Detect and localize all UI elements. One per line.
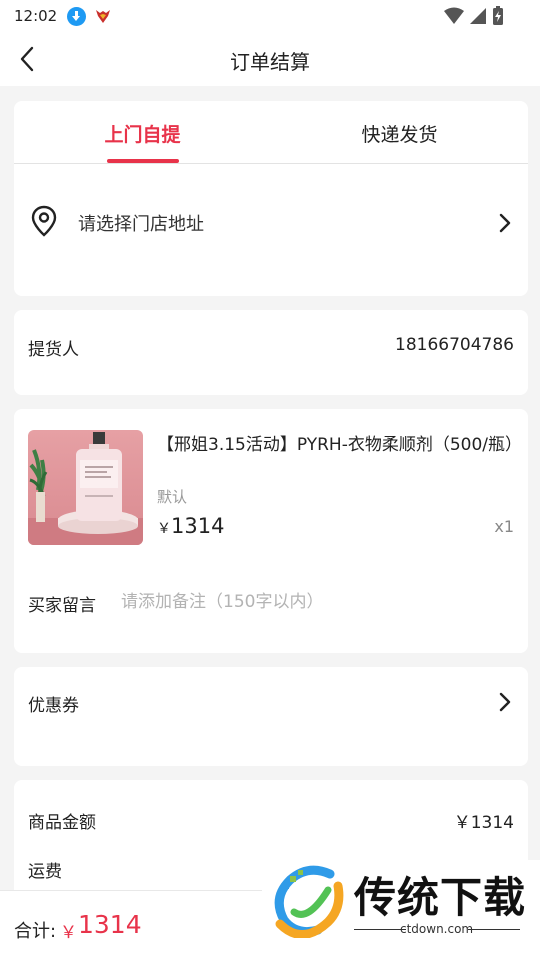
total-amount: 1314 <box>78 910 142 939</box>
product-title: 【邢姐3.15活动】PYRH-衣物柔顺剂（500/瓶） <box>157 435 523 455</box>
tab-express-delivery[interactable]: 快递发货 <box>271 101 528 163</box>
cellular-signal-icon <box>470 7 486 24</box>
watermark-divider-left <box>354 929 406 930</box>
system-status-icons <box>444 6 504 25</box>
shipping-fee-label: 运费 <box>28 862 62 882</box>
product-image <box>28 430 143 545</box>
watermark-domain: ctdown.com <box>400 922 474 936</box>
delivery-card: 上门自提 快递发货 请选择门店地址 <box>14 101 528 296</box>
product-spec: 默认 <box>157 488 188 506</box>
delivery-tabs: 上门自提 快递发货 <box>14 101 528 164</box>
buyer-note-label: 买家留言 <box>28 596 96 616</box>
watermark-logo-icon <box>274 865 344 938</box>
currency-symbol: ￥ <box>157 521 171 537</box>
chevron-right-icon <box>499 213 511 233</box>
goods-amount-value: ￥1314 <box>453 813 514 833</box>
total-label: 合计: <box>14 921 57 942</box>
pickup-person-card: 提货人 18166704786 <box>14 310 528 395</box>
total-currency-symbol: ￥ <box>60 923 77 943</box>
app-notification-icon <box>96 10 111 23</box>
product-quantity: x1 <box>494 517 514 536</box>
wifi-icon <box>444 7 464 24</box>
pickup-person-label: 提货人 <box>28 340 79 360</box>
product-card: 【邢姐3.15活动】PYRH-衣物柔顺剂（500/瓶） 默认 ￥1314 x1 … <box>14 409 528 653</box>
download-notification-icon <box>67 6 87 26</box>
notification-icons <box>67 6 112 26</box>
location-pin-icon <box>31 205 57 237</box>
watermark-brand: 传统下载 <box>354 873 527 922</box>
nav-bar: 订单结算 <box>0 32 540 86</box>
goods-amount-label: 商品金额 <box>28 813 96 833</box>
status-time: 12:02 <box>14 7 58 25</box>
product-price-value: 1314 <box>171 514 225 538</box>
page-title: 订单结算 <box>230 50 310 74</box>
address-prompt: 请选择门店地址 <box>78 214 204 235</box>
pickup-phone: 18166704786 <box>395 335 514 355</box>
active-tab-indicator <box>107 159 179 163</box>
select-store-address-row[interactable]: 请选择门店地址 <box>14 201 528 245</box>
coupon-label: 优惠券 <box>28 696 79 716</box>
site-watermark: 传统下载 ctdown.com <box>262 860 540 942</box>
product-price: ￥1314 <box>157 514 224 538</box>
buyer-note-input[interactable] <box>121 587 501 617</box>
coupon-card[interactable]: 优惠券 <box>14 667 528 766</box>
chevron-right-icon <box>499 692 511 712</box>
watermark-divider-right <box>468 929 520 930</box>
status-bar: 12:02 <box>0 0 540 32</box>
battery-icon <box>493 6 503 25</box>
tab-store-pickup[interactable]: 上门自提 <box>14 101 271 163</box>
